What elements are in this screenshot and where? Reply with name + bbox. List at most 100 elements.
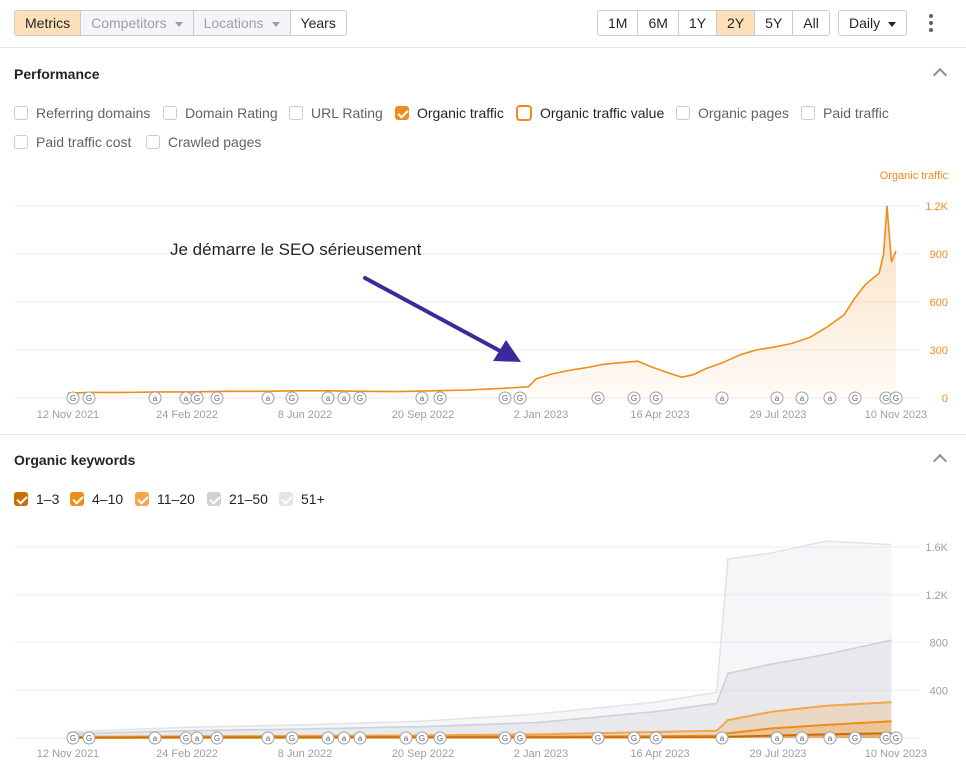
google-update-icon[interactable]: G xyxy=(498,731,512,745)
checkbox-crawled-pages[interactable]: Crawled pages xyxy=(146,134,261,150)
google-update-icon[interactable]: G xyxy=(433,731,447,745)
checkbox-4-10[interactable]: 4–10 xyxy=(70,491,123,507)
collapse-icon[interactable] xyxy=(932,453,948,469)
svg-text:a: a xyxy=(404,734,409,743)
tab-years[interactable]: Years xyxy=(291,11,346,35)
google-update-icon[interactable]: G xyxy=(649,731,663,745)
annotation-icon[interactable]: a xyxy=(179,391,193,405)
google-update-icon[interactable]: G xyxy=(285,731,299,745)
google-update-icon[interactable]: G xyxy=(433,391,447,405)
annotation-icon[interactable]: a xyxy=(353,731,367,745)
tab-locations-label: Locations xyxy=(203,15,264,31)
google-update-icon[interactable]: G xyxy=(190,391,204,405)
checkbox-icon xyxy=(14,135,28,149)
google-update-icon[interactable]: G xyxy=(649,391,663,405)
svg-text:G: G xyxy=(502,734,508,743)
svg-text:a: a xyxy=(720,734,725,743)
svg-text:G: G xyxy=(883,734,889,743)
annotation-icon[interactable]: a xyxy=(823,391,837,405)
google-update-icon[interactable]: G xyxy=(82,731,96,745)
annotation-icon[interactable]: a xyxy=(715,391,729,405)
annotation-icon[interactable]: a xyxy=(795,731,809,745)
checkbox-organic-pages[interactable]: Organic pages xyxy=(676,105,789,121)
google-update-icon[interactable]: G xyxy=(353,391,367,405)
interval-label: Daily xyxy=(849,15,881,31)
x-tick-label: 12 Nov 2021 xyxy=(37,409,99,421)
checkbox-organic-traffic[interactable]: Organic traffic xyxy=(395,105,504,121)
checkbox-label: Organic traffic xyxy=(417,105,504,121)
google-update-icon[interactable]: G xyxy=(627,391,641,405)
checkbox-1-3[interactable]: 1–3 xyxy=(14,491,59,507)
interval-select[interactable]: Daily xyxy=(839,11,906,35)
annotation-icon[interactable]: a xyxy=(261,391,275,405)
google-update-icon[interactable]: G xyxy=(285,391,299,405)
google-update-icon[interactable]: G xyxy=(415,731,429,745)
checkbox-label: Crawled pages xyxy=(168,134,262,150)
google-update-icon[interactable]: G xyxy=(591,391,605,405)
google-update-icon[interactable]: G xyxy=(498,391,512,405)
google-update-icon[interactable]: G xyxy=(889,731,903,745)
interval-dropdown[interactable]: Daily xyxy=(838,10,908,36)
checkbox-21-50[interactable]: 21–50 xyxy=(207,491,268,507)
checkbox-organic-traffic-value[interactable]: Organic traffic value xyxy=(516,105,664,121)
google-update-icon[interactable]: G xyxy=(848,731,862,745)
google-update-icon[interactable]: G xyxy=(210,391,224,405)
checkbox-paid-traffic[interactable]: Paid traffic xyxy=(801,105,889,121)
checkbox-url-rating[interactable]: URL Rating xyxy=(289,105,383,121)
tab-metrics[interactable]: Metrics xyxy=(15,11,82,35)
checkbox-icon xyxy=(289,106,303,120)
annotation-icon[interactable]: a xyxy=(148,731,162,745)
tab-competitors[interactable]: Competitors xyxy=(81,11,194,35)
y-tick-label: 400 xyxy=(930,685,948,697)
svg-text:G: G xyxy=(194,394,200,403)
annotation-icon[interactable]: a xyxy=(415,391,429,405)
google-update-icon[interactable]: G xyxy=(66,391,80,405)
google-update-icon[interactable]: G xyxy=(627,731,641,745)
annotation-icon[interactable]: a xyxy=(337,391,351,405)
more-options-icon[interactable] xyxy=(925,13,937,35)
annotation-icon[interactable]: a xyxy=(715,731,729,745)
google-update-icon[interactable]: G xyxy=(66,731,80,745)
annotation-icon[interactable]: a xyxy=(770,731,784,745)
annotation-icon[interactable]: a xyxy=(823,731,837,745)
range-2y[interactable]: 2Y xyxy=(717,11,756,35)
range-5y[interactable]: 5Y xyxy=(755,11,794,35)
google-update-icon[interactable]: G xyxy=(179,731,193,745)
annotation-icon[interactable]: a xyxy=(321,731,335,745)
range-selector: 1M 6M 1Y 2Y 5Y All xyxy=(597,10,830,36)
range-all[interactable]: All xyxy=(793,11,829,35)
x-tick-label: 12 Nov 2021 xyxy=(37,748,99,760)
annotation-icon[interactable]: a xyxy=(399,731,413,745)
range-1y[interactable]: 1Y xyxy=(679,11,718,35)
range-6m[interactable]: 6M xyxy=(638,11,679,35)
x-tick-label: 2 Jan 2023 xyxy=(514,748,568,760)
checkbox-icon xyxy=(801,106,815,120)
range-1m[interactable]: 1M xyxy=(598,11,639,35)
svg-text:G: G xyxy=(595,394,601,403)
checkbox-referring-domains[interactable]: Referring domains xyxy=(14,105,150,121)
collapse-icon[interactable] xyxy=(932,67,948,83)
svg-text:G: G xyxy=(86,394,92,403)
google-update-icon[interactable]: G xyxy=(210,731,224,745)
annotation-icon[interactable]: a xyxy=(337,731,351,745)
annotation-icon[interactable]: a xyxy=(148,391,162,405)
svg-text:G: G xyxy=(437,394,443,403)
annotation-icon[interactable]: a xyxy=(795,391,809,405)
tab-locations[interactable]: Locations xyxy=(193,11,291,35)
google-update-icon[interactable]: G xyxy=(848,391,862,405)
annotation-icon[interactable]: a xyxy=(190,731,204,745)
annotation-icon[interactable]: a xyxy=(770,391,784,405)
google-update-icon[interactable]: G xyxy=(82,391,96,405)
annotation-icon[interactable]: a xyxy=(261,731,275,745)
annotation-icon[interactable]: a xyxy=(321,391,335,405)
google-update-icon[interactable]: G xyxy=(591,731,605,745)
checkbox-51[interactable]: 51+ xyxy=(279,491,325,507)
svg-text:G: G xyxy=(86,734,92,743)
checkbox-domain-rating[interactable]: Domain Rating xyxy=(163,105,278,121)
google-update-icon[interactable]: G xyxy=(513,391,527,405)
checkbox-11-20[interactable]: 11–20 xyxy=(135,491,195,507)
google-update-icon[interactable]: G xyxy=(513,731,527,745)
y-tick-label: 800 xyxy=(930,638,948,650)
checkbox-paid-traffic-cost[interactable]: Paid traffic cost xyxy=(14,134,131,150)
google-update-icon[interactable]: G xyxy=(889,391,903,405)
